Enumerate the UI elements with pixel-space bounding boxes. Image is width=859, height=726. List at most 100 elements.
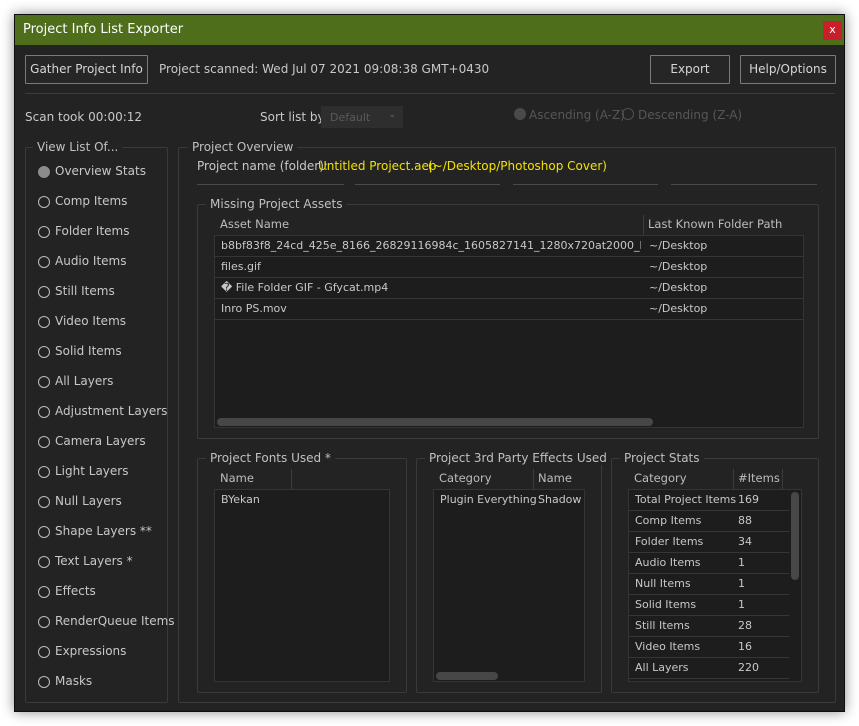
- stat-category-cell: Comp Items: [635, 514, 702, 527]
- stat-category-cell: Folder Items: [635, 535, 704, 548]
- nav-radio[interactable]: [38, 466, 50, 478]
- vertical-scrollbar[interactable]: [791, 492, 799, 580]
- nav-item-label: Folder Items: [55, 224, 130, 238]
- nav-item-label: Expressions: [55, 644, 127, 658]
- folder-path-cell: ~/Desktop: [649, 302, 708, 315]
- effect-name-cell: Shadow S: [538, 493, 584, 506]
- column-header-stat-category[interactable]: Category: [634, 471, 687, 485]
- nav-item-label: Effects: [55, 584, 96, 598]
- table-row[interactable]: Audio Items 1: [629, 553, 789, 574]
- fonts-title: Project Fonts Used *: [206, 451, 335, 465]
- help-options-button[interactable]: Help/Options: [740, 55, 836, 84]
- asset-name-cell: Inro PS.mov: [221, 302, 287, 315]
- chevron-down-icon: ⌄: [388, 110, 396, 120]
- table-row[interactable]: Total Project Items 169: [629, 490, 789, 511]
- effects-panel: Project 3rd Party Effects Used Category …: [416, 451, 611, 693]
- ascending-radio[interactable]: [514, 108, 526, 120]
- stats-list[interactable]: Total Project Items 169 Comp Items 88 Fo…: [628, 489, 802, 682]
- fonts-list[interactable]: BYekan: [214, 489, 390, 682]
- table-row[interactable]: Folder Items 34: [629, 532, 789, 553]
- column-header-category[interactable]: Category: [439, 471, 492, 485]
- column-header-effect-name[interactable]: Name: [538, 471, 572, 485]
- nav-radio[interactable]: [38, 586, 50, 598]
- stat-category-cell: Video Items: [635, 640, 701, 653]
- list-item[interactable]: BYekan: [215, 490, 389, 511]
- table-row[interactable]: Plugin Everything Shadow S: [434, 490, 584, 511]
- sort-select-value: Default: [330, 111, 371, 124]
- missing-assets-title: Missing Project Assets: [206, 197, 347, 211]
- nav-item-label: Camera Layers: [55, 434, 146, 448]
- nav-radio[interactable]: [38, 406, 50, 418]
- table-row[interactable]: Still Items 28: [629, 616, 789, 637]
- table-row[interactable]: � File Folder GIF - Gfycat.mp4 ~/Desktop: [215, 278, 803, 299]
- horizontal-scrollbar[interactable]: [436, 672, 498, 680]
- nav-item-label: Light Layers: [55, 464, 129, 478]
- divider: [197, 184, 344, 185]
- column-divider: [733, 469, 734, 489]
- table-row[interactable]: files.gif ~/Desktop: [215, 257, 803, 278]
- table-row[interactable]: Solid Items 1: [629, 595, 789, 616]
- title-bar: Project Info List Exporter x: [15, 15, 844, 45]
- missing-assets-list[interactable]: b8bf83f8_24cd_425e_8166_26829116984c_160…: [214, 235, 804, 428]
- table-row[interactable]: Inro PS.mov ~/Desktop: [215, 299, 803, 320]
- table-row[interactable]: Comp Items 88: [629, 511, 789, 532]
- close-button[interactable]: x: [823, 21, 842, 40]
- column-header-font-name[interactable]: Name: [220, 471, 254, 485]
- table-row[interactable]: All Layers 220: [629, 658, 789, 679]
- nav-radio[interactable]: [38, 316, 50, 328]
- stat-count-cell: 1: [738, 598, 745, 611]
- nav-item-label: All Layers: [55, 374, 114, 388]
- table-row[interactable]: Video Items 16: [629, 637, 789, 658]
- column-header-folder-path[interactable]: Last Known Folder Path: [648, 217, 782, 231]
- folder-path-cell: ~/Desktop: [649, 239, 708, 252]
- folder-path-cell: ~/Desktop: [649, 260, 708, 273]
- effects-list[interactable]: Plugin Everything Shadow S: [433, 489, 585, 682]
- nav-radio[interactable]: [38, 676, 50, 688]
- column-divider: [782, 469, 783, 489]
- nav-radio[interactable]: [38, 376, 50, 388]
- nav-radio[interactable]: [38, 496, 50, 508]
- nav-radio[interactable]: [38, 646, 50, 658]
- stats-panel: Project Stats Category #Items Total Proj…: [611, 451, 819, 693]
- toolbar-divider: [25, 93, 835, 94]
- view-list-title: View List Of...: [33, 140, 123, 154]
- horizontal-scrollbar[interactable]: [217, 418, 653, 426]
- stat-count-cell: 16: [738, 640, 752, 653]
- column-header-item-count[interactable]: #Items: [738, 471, 780, 485]
- nav-radio[interactable]: [38, 256, 50, 268]
- column-divider: [291, 469, 292, 489]
- table-row[interactable]: b8bf83f8_24cd_425e_8166_26829116984c_160…: [215, 236, 803, 257]
- nav-radio[interactable]: [38, 166, 50, 178]
- export-button[interactable]: Export: [650, 55, 730, 84]
- nav-radio[interactable]: [38, 556, 50, 568]
- nav-radio[interactable]: [38, 226, 50, 238]
- project-path-value: (~/Desktop/Photoshop Cover): [428, 159, 607, 173]
- stat-category-cell: Still Items: [635, 619, 690, 632]
- nav-item-label: Text Layers *: [55, 554, 133, 568]
- scan-duration-text: Scan took 00:00:12: [25, 110, 143, 124]
- nav-radio[interactable]: [38, 286, 50, 298]
- stat-count-cell: 1: [738, 556, 745, 569]
- sort-select[interactable]: Default ⌄: [321, 106, 403, 128]
- nav-radio[interactable]: [38, 616, 50, 628]
- project-overview-panel: Project Overview Project name (folder): …: [178, 140, 836, 703]
- nav-item-label: Audio Items: [55, 254, 127, 268]
- divider: [671, 184, 817, 185]
- table-row[interactable]: Null Items 1: [629, 574, 789, 595]
- sort-label: Sort list by: [260, 110, 325, 124]
- nav-radio[interactable]: [38, 436, 50, 448]
- missing-assets-panel: Missing Project Assets Asset Name Last K…: [197, 197, 819, 439]
- nav-item-label: Null Layers: [55, 494, 122, 508]
- descending-radio[interactable]: [622, 108, 634, 120]
- scan-status-text: Project scanned: Wed Jul 07 2021 09:08:3…: [159, 62, 490, 76]
- effect-category-cell: Plugin Everything: [440, 493, 536, 506]
- nav-radio[interactable]: [38, 196, 50, 208]
- column-header-asset-name[interactable]: Asset Name: [220, 217, 289, 231]
- project-overview-title: Project Overview: [188, 140, 298, 154]
- gather-project-info-button[interactable]: Gather Project Info: [25, 55, 148, 84]
- asset-name-cell: b8bf83f8_24cd_425e_8166_26829116984c_160…: [221, 239, 641, 252]
- nav-item-label: Comp Items: [55, 194, 128, 208]
- nav-radio[interactable]: [38, 526, 50, 538]
- stat-category-cell: Audio Items: [635, 556, 701, 569]
- nav-radio[interactable]: [38, 346, 50, 358]
